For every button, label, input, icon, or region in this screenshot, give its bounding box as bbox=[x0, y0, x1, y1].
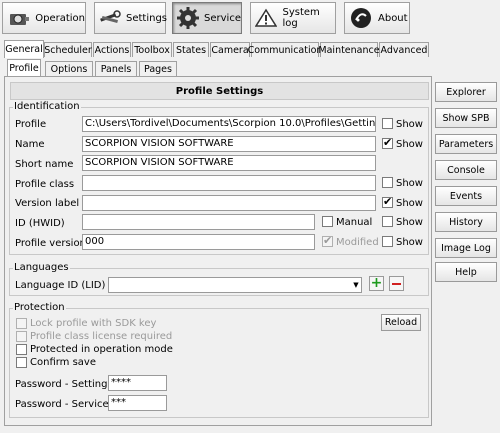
class-license-checkbox bbox=[16, 331, 27, 342]
tab-actions[interactable]: Actions bbox=[93, 42, 131, 57]
chevron-down-icon[interactable]: ▼ bbox=[351, 278, 361, 292]
identification-legend: Identification bbox=[13, 101, 81, 112]
profile-version-label: Profile version bbox=[15, 238, 86, 249]
id-hwid-label: ID (HWID) bbox=[15, 218, 65, 229]
tab-advanced[interactable]: Advanced bbox=[379, 42, 429, 57]
page-title: Profile Settings bbox=[10, 82, 429, 100]
lock-sdk-label: Lock profile with SDK key bbox=[30, 318, 157, 329]
password-settings-label: Password - Settings bbox=[15, 379, 113, 390]
service-label: Service bbox=[204, 12, 241, 24]
tab-toolbox[interactable]: Toolbox bbox=[132, 42, 172, 57]
history-button[interactable]: History bbox=[435, 212, 497, 232]
show-label: Show bbox=[396, 178, 423, 189]
language-id-select[interactable] bbox=[108, 277, 362, 293]
tab-communication[interactable]: Communication bbox=[248, 42, 322, 57]
show-label: Show bbox=[396, 217, 423, 228]
manual-checkbox[interactable] bbox=[322, 216, 333, 227]
profile-version-show-checkbox[interactable] bbox=[382, 236, 393, 247]
short-name-label: Short name bbox=[15, 159, 74, 170]
class-license-label: Profile class license required bbox=[30, 331, 173, 342]
gear-icon bbox=[176, 5, 200, 31]
show-spb-button[interactable]: Show SPB bbox=[435, 108, 497, 128]
show-label: Show bbox=[396, 119, 423, 130]
remove-language-icon[interactable] bbox=[389, 276, 404, 291]
short-name-field[interactable]: SCORPION VISION SOFTWARE bbox=[82, 155, 376, 171]
tab-scheduler[interactable]: Scheduler bbox=[44, 42, 92, 57]
tab-panels[interactable]: Panels bbox=[95, 61, 137, 76]
system-log-label: System log bbox=[282, 7, 320, 29]
operation-button[interactable]: Operation bbox=[2, 2, 86, 34]
parameters-button[interactable]: Parameters bbox=[435, 134, 497, 154]
help-button[interactable]: Help bbox=[435, 262, 497, 282]
name-show-checkbox[interactable]: ✔ bbox=[382, 136, 393, 149]
id-hwid-field[interactable] bbox=[82, 214, 315, 230]
id-show-checkbox[interactable] bbox=[382, 216, 393, 227]
settings-button[interactable]: Settings bbox=[94, 2, 168, 34]
protection-legend: Protection bbox=[13, 302, 66, 313]
check-icon: ✔ bbox=[323, 234, 333, 247]
tab-pages[interactable]: Pages bbox=[139, 61, 177, 76]
warning-icon bbox=[254, 5, 279, 31]
confirm-save-label: Confirm save bbox=[30, 357, 97, 368]
show-label: Show bbox=[396, 198, 423, 209]
explorer-button[interactable]: Explorer bbox=[435, 82, 497, 102]
show-label: Show bbox=[396, 237, 423, 248]
image-log-button[interactable]: Image Log bbox=[435, 238, 497, 258]
modified-label: Modified bbox=[336, 237, 379, 248]
password-service-label: Password - Service bbox=[15, 399, 109, 410]
console-button[interactable]: Console bbox=[435, 160, 497, 180]
profile-class-field[interactable] bbox=[82, 175, 376, 191]
add-language-icon[interactable]: + bbox=[369, 276, 384, 291]
show-label: Show bbox=[396, 139, 423, 150]
password-service-field[interactable]: *** bbox=[108, 395, 167, 411]
password-settings-field[interactable]: **** bbox=[108, 375, 167, 391]
profile-version-field[interactable]: 000 bbox=[82, 234, 315, 250]
events-button[interactable]: Events bbox=[435, 186, 497, 206]
about-button[interactable]: About bbox=[344, 2, 410, 34]
tab-general[interactable]: General bbox=[4, 40, 44, 58]
version-label-field[interactable] bbox=[82, 195, 376, 211]
language-id-label: Language ID (LID) bbox=[15, 280, 106, 291]
tab-camera[interactable]: Camera bbox=[210, 42, 250, 57]
modified-checkbox: ✔ bbox=[322, 234, 333, 247]
profile-label: Profile bbox=[15, 119, 47, 130]
tools-icon bbox=[98, 5, 122, 31]
name-label: Name bbox=[15, 139, 45, 150]
check-icon: ✔ bbox=[383, 195, 393, 208]
profile-class-label: Profile class bbox=[15, 179, 75, 190]
version-label-show-checkbox[interactable]: ✔ bbox=[382, 195, 393, 208]
lock-sdk-checkbox bbox=[16, 318, 27, 329]
reload-button[interactable]: Reload bbox=[381, 314, 421, 331]
manual-label: Manual bbox=[336, 217, 373, 228]
tab-profile[interactable]: Profile bbox=[7, 59, 41, 77]
about-label: About bbox=[378, 12, 408, 24]
version-label-label: Version label bbox=[15, 198, 80, 209]
camera-icon bbox=[6, 5, 31, 31]
protected-operation-label: Protected in operation mode bbox=[30, 344, 173, 355]
confirm-save-checkbox[interactable] bbox=[16, 357, 27, 368]
languages-legend: Languages bbox=[13, 262, 70, 273]
protected-operation-checkbox[interactable] bbox=[16, 344, 27, 355]
service-button[interactable]: Service bbox=[172, 2, 242, 34]
settings-label: Settings bbox=[126, 12, 168, 24]
system-log-button[interactable]: System log bbox=[250, 2, 336, 34]
profile-show-checkbox[interactable] bbox=[382, 118, 393, 129]
check-icon: ✔ bbox=[383, 136, 393, 149]
name-field[interactable]: SCORPION VISION SOFTWARE bbox=[82, 136, 376, 152]
profile-field[interactable]: C:\Users\Tordivel\Documents\Scorpion 10.… bbox=[82, 116, 376, 132]
scorpion-logo-icon bbox=[348, 5, 374, 31]
profile-class-show-checkbox[interactable] bbox=[382, 177, 393, 188]
tab-maintenance[interactable]: Maintenance bbox=[318, 42, 380, 57]
operation-label: Operation bbox=[35, 12, 85, 24]
tab-options[interactable]: Options bbox=[45, 61, 93, 76]
tab-states[interactable]: States bbox=[173, 42, 209, 57]
